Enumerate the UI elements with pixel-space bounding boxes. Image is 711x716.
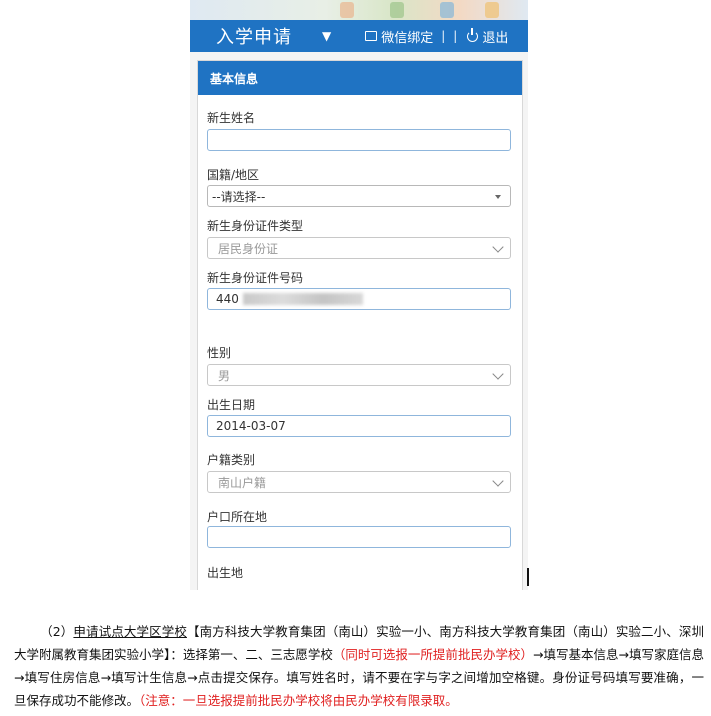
select-arrow-icon [495, 195, 501, 199]
basic-info-card: 基本信息 新生姓名 国籍/地区 --请选择-- 新生身份证件类型 居民身份证 新… [197, 60, 523, 590]
chevron-down-icon [492, 475, 504, 487]
id-type-label: 新生身份证件类型 [207, 219, 304, 233]
power-icon [467, 27, 479, 42]
page-title[interactable]: 入学申请 [216, 23, 292, 49]
instruction-paragraph: （2）申请试点大学区学校【南方科技大学教育集团（南山）实验一小、南方科技大学教育… [14, 620, 704, 712]
wechat-bind-label: 微信绑定 [381, 30, 434, 46]
card-title: 基本信息 [198, 61, 522, 95]
warning-note: （注意：一旦选报提前批民办学校将由民办学校有限录取。 [139, 693, 458, 708]
id-number-label: 新生身份证件号码 [207, 271, 304, 285]
header-banner [190, 0, 528, 20]
gender-select[interactable]: 男 [207, 364, 511, 386]
pilot-school-heading: 申请试点大学区学校 [73, 624, 187, 639]
phone-screenshot: 入学申请 ▼ 微信绑定 | | 退出 基本信息 新生姓名 国籍/地区 --请选择… [190, 0, 528, 590]
chevron-down-icon [492, 368, 504, 380]
birthdate-label: 出生日期 [207, 398, 256, 412]
id-number-input[interactable]: 440 [207, 288, 511, 310]
redacted-blur [242, 293, 363, 305]
chevron-down-icon [492, 241, 504, 253]
birthplace-label: 出生地 [207, 566, 244, 580]
nationality-label: 国籍/地区 [207, 168, 260, 182]
gender-value: 男 [218, 368, 231, 383]
id-type-value: 居民身份证 [218, 241, 279, 256]
birthdate-input[interactable]: 2014-03-07 [207, 415, 511, 437]
wechat-bind-button[interactable]: 微信绑定 [365, 27, 433, 46]
gender-label: 性别 [207, 346, 232, 360]
top-navigation-bar: 入学申请 ▼ 微信绑定 | | 退出 [190, 20, 528, 52]
wechat-icon [365, 31, 378, 41]
id-type-select[interactable]: 居民身份证 [207, 237, 511, 259]
name-label: 新生姓名 [207, 111, 256, 125]
hukou-type-value: 南山户籍 [218, 475, 267, 490]
logout-button[interactable]: 退出 [467, 27, 508, 46]
name-input[interactable] [207, 129, 511, 151]
logout-label: 退出 [482, 30, 509, 46]
private-school-note: （同时可选报一所提前批民办学校） [332, 647, 533, 662]
nav-separator: | [441, 29, 446, 43]
hukou-type-label: 户籍类别 [207, 453, 256, 467]
hukou-type-select[interactable]: 南山户籍 [207, 471, 511, 493]
hukou-location-input[interactable] [207, 526, 511, 548]
step-number: （2） [40, 624, 74, 639]
hukou-location-label: 户口所在地 [207, 510, 268, 524]
text-cursor [527, 568, 529, 586]
id-number-value: 440 [216, 292, 239, 306]
nationality-value: --请选择-- [212, 189, 266, 204]
nav-separator-2: | [453, 29, 458, 43]
nationality-select[interactable]: --请选择-- [207, 185, 511, 207]
dropdown-caret-icon[interactable]: ▼ [322, 29, 331, 43]
